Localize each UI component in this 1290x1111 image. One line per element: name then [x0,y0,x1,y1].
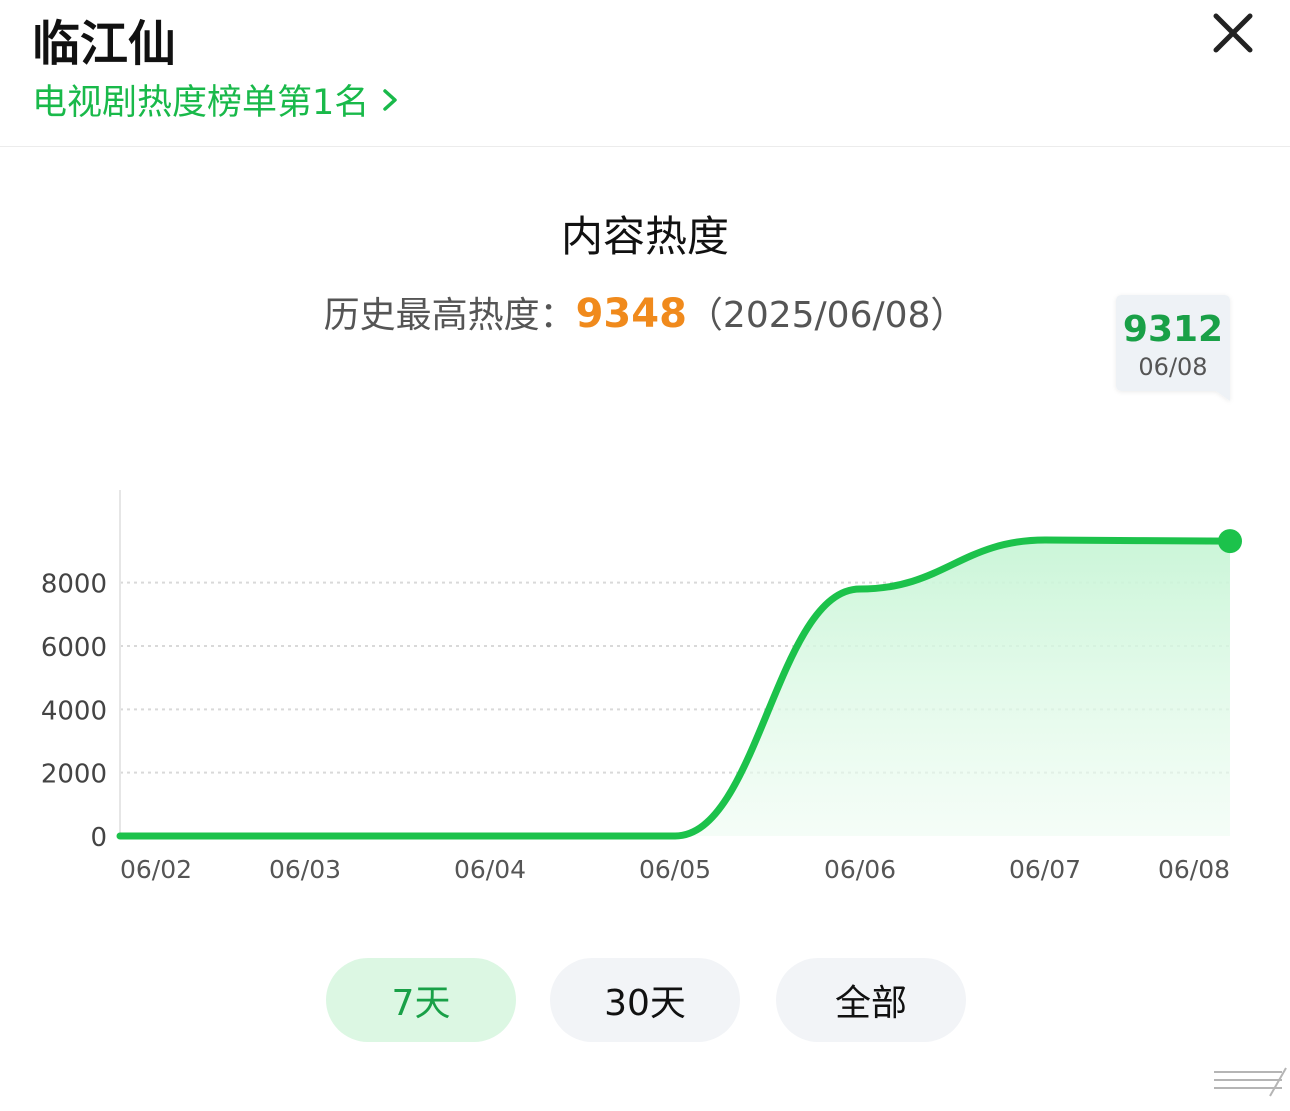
tooltip: 9312 06/08 [1116,295,1230,401]
tooltip-value: 9312 [1123,309,1223,350]
x-tick-label: 06/06 [824,855,896,884]
area-fill [120,540,1230,836]
chevron-right-icon [383,88,398,111]
y-tick-label: 4000 [41,696,107,726]
header: 临江仙 电视剧热度榜单第1名 [0,0,1290,147]
x-tick-label: 06/08 [1158,855,1230,884]
rank-link-label: 电视剧热度榜单第1名 [32,83,370,123]
y-tick-label: 2000 [41,760,107,790]
x-tick-label: 06/05 [639,855,711,884]
close-icon[interactable] [1208,8,1258,58]
last-point[interactable] [1218,529,1242,554]
heat-chart: 0 2000 4000 6000 8000 06/02 06/03 06/04 06/05 06/… [41,295,1242,884]
y-tick-label: 6000 [41,633,107,663]
tab-30days[interactable]: 30天 [550,958,740,1042]
tab-all[interactable]: 全部 [776,958,966,1042]
x-tick-label: 06/04 [454,855,526,884]
rank-link[interactable]: 电视剧热度榜单第1名 [32,74,401,125]
y-tick-label: 8000 [41,570,107,600]
x-tick-label: 06/03 [269,855,341,884]
page-title: 临江仙 [32,16,177,72]
section-title: 内容热度 [560,212,729,261]
x-tick-label: 06/02 [120,855,192,884]
y-tick-label: 0 [90,823,107,853]
tab-7days[interactable]: 7天 [326,958,516,1042]
resize-grip-icon [1214,1067,1287,1097]
range-tabs: 7天 30天 全部 [0,958,1290,1044]
x-tick-label: 06/07 [1009,855,1081,884]
tooltip-date: 06/08 [1138,353,1207,381]
